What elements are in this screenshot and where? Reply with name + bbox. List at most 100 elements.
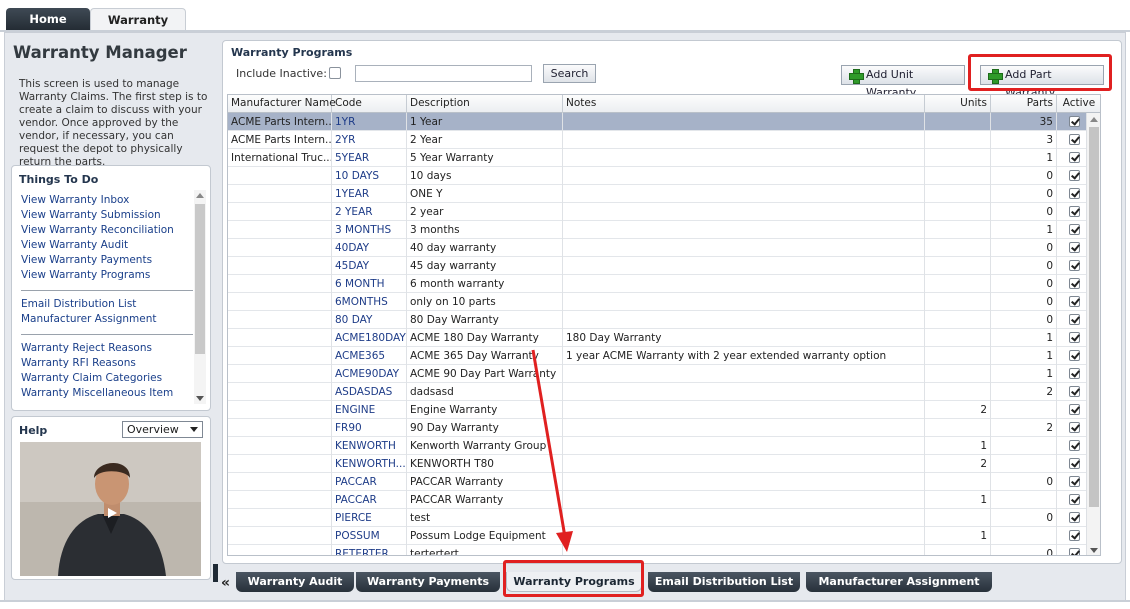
table-row[interactable]: RETERTER tertertert 0 bbox=[228, 545, 1100, 555]
todo-link[interactable]: View Warranty Programs bbox=[21, 268, 193, 283]
tab-warranty-audit[interactable]: Warranty Audit bbox=[236, 572, 354, 592]
todo-link[interactable]: Email Distribution List bbox=[21, 297, 193, 312]
active-checkbox[interactable] bbox=[1069, 170, 1080, 181]
tab-warranty-payments[interactable]: Warranty Payments bbox=[356, 572, 500, 592]
include-inactive-checkbox[interactable] bbox=[329, 67, 341, 79]
table-row[interactable]: ACME Parts Intern... 1YR 1 Year 35 bbox=[228, 113, 1100, 131]
todo-link[interactable]: View Warranty Submission bbox=[21, 208, 193, 223]
table-row[interactable]: PACCAR PACCAR Warranty 0 bbox=[228, 473, 1100, 491]
active-checkbox[interactable] bbox=[1069, 278, 1080, 289]
active-checkbox[interactable] bbox=[1069, 224, 1080, 235]
scroll-down-icon[interactable] bbox=[1090, 548, 1098, 553]
todo-link[interactable]: View Warranty Reconciliation bbox=[21, 223, 193, 238]
active-checkbox[interactable] bbox=[1069, 134, 1080, 145]
todo-link[interactable]: Warranty Reject Reasons bbox=[21, 341, 193, 356]
todo-link[interactable]: View Warranty Payments bbox=[21, 253, 193, 268]
table-row[interactable]: 45DAY 45 day warranty 0 bbox=[228, 257, 1100, 275]
active-checkbox[interactable] bbox=[1069, 152, 1080, 163]
active-checkbox[interactable] bbox=[1069, 206, 1080, 217]
cell-code: 2YR bbox=[332, 131, 407, 149]
things-to-do-scrollbar[interactable] bbox=[194, 190, 206, 404]
search-button[interactable]: Search bbox=[543, 64, 596, 83]
scroll-down-icon[interactable] bbox=[196, 396, 204, 401]
tab-email-distribution-list[interactable]: Email Distribution List bbox=[648, 572, 800, 592]
todo-link[interactable]: Warranty Claim Categories bbox=[21, 371, 193, 386]
active-checkbox[interactable] bbox=[1069, 404, 1080, 415]
todo-link[interactable]: Manufacturer Assignment bbox=[21, 312, 193, 327]
col-description[interactable]: Description bbox=[407, 95, 563, 113]
todo-link[interactable]: View Warranty Inbox bbox=[21, 193, 193, 208]
scroll-up-icon[interactable] bbox=[196, 193, 204, 198]
table-row[interactable]: 40DAY 40 day warranty 0 bbox=[228, 239, 1100, 257]
active-checkbox[interactable] bbox=[1069, 512, 1080, 523]
active-checkbox[interactable] bbox=[1069, 422, 1080, 433]
cell-description: 2 year bbox=[407, 203, 563, 221]
col-units[interactable]: Units bbox=[925, 95, 991, 113]
table-row[interactable]: ACME365 ACME 365 Day Warranty 1 year ACME … bbox=[228, 347, 1100, 365]
table-row[interactable]: PACCAR PACCAR Warranty 1 bbox=[228, 491, 1100, 509]
scroll-thumb[interactable] bbox=[1089, 127, 1099, 507]
col-active[interactable]: Active bbox=[1057, 95, 1100, 113]
table-row[interactable]: ACME Parts Intern... 2YR 2 Year 3 bbox=[228, 131, 1100, 149]
col-notes[interactable]: Notes bbox=[563, 95, 925, 113]
cell-manufacturer: International Truc... bbox=[228, 149, 332, 167]
todo-link[interactable]: View Warranty Audit bbox=[21, 238, 193, 253]
active-checkbox[interactable] bbox=[1069, 368, 1080, 379]
scroll-up-icon[interactable] bbox=[1090, 117, 1098, 122]
table-row[interactable]: 2 YEAR 2 year 0 bbox=[228, 203, 1100, 221]
active-checkbox[interactable] bbox=[1069, 188, 1080, 199]
todo-separator bbox=[21, 334, 193, 335]
active-checkbox[interactable] bbox=[1069, 296, 1080, 307]
col-parts[interactable]: Parts bbox=[991, 95, 1057, 113]
cell-notes bbox=[563, 149, 925, 167]
col-manufacturer-name[interactable]: Manufacturer Name bbox=[228, 95, 336, 113]
active-checkbox[interactable] bbox=[1069, 440, 1080, 451]
active-checkbox[interactable] bbox=[1069, 476, 1080, 487]
active-checkbox[interactable] bbox=[1069, 548, 1080, 555]
table-row[interactable]: ACME180DAY ACME 180 Day Warranty 180 Day W… bbox=[228, 329, 1100, 347]
table-row[interactable]: 10 DAYS 10 days 0 bbox=[228, 167, 1100, 185]
active-checkbox[interactable] bbox=[1069, 458, 1080, 469]
cell-active bbox=[1057, 545, 1088, 555]
active-checkbox[interactable] bbox=[1069, 350, 1080, 361]
help-video[interactable] bbox=[20, 442, 201, 576]
table-row[interactable]: 6 MONTH 6 month warranty 0 bbox=[228, 275, 1100, 293]
cell-code: ACME180DAY bbox=[332, 329, 407, 347]
tab-manufacturer-assignment[interactable]: Manufacturer Assignment bbox=[806, 572, 992, 592]
table-row[interactable]: 1YEAR ONE Y 0 bbox=[228, 185, 1100, 203]
add-unit-warranty-button[interactable]: Add Unit Warranty bbox=[841, 65, 965, 99]
search-input[interactable] bbox=[355, 65, 532, 82]
splitter-handle[interactable] bbox=[213, 564, 218, 582]
table-row[interactable]: ASDASDAS dadsasd 2 bbox=[228, 383, 1100, 401]
table-row[interactable]: FR90 90 Day Warranty 2 bbox=[228, 419, 1100, 437]
table-row[interactable]: International Truc... 5YEAR 5 Year Warrant… bbox=[228, 149, 1100, 167]
active-checkbox[interactable] bbox=[1069, 332, 1080, 343]
active-checkbox[interactable] bbox=[1069, 242, 1080, 253]
tab-home[interactable]: Home bbox=[6, 8, 90, 30]
table-row[interactable]: 3 MONTHS 3 months 1 bbox=[228, 221, 1100, 239]
active-checkbox[interactable] bbox=[1069, 260, 1080, 271]
cell-notes bbox=[563, 491, 925, 509]
col-code[interactable]: Code bbox=[332, 95, 407, 113]
table-row[interactable]: KENWORTH Kenworth Warranty Group 1 bbox=[228, 437, 1100, 455]
table-row[interactable]: KENWORTH... KENWORTH T80 2 bbox=[228, 455, 1100, 473]
collapse-panel-icon[interactable]: « bbox=[221, 575, 230, 591]
table-row[interactable]: 80 DAY 80 Day Warranty 0 bbox=[228, 311, 1100, 329]
cell-code: 6MONTHS bbox=[332, 293, 407, 311]
active-checkbox[interactable] bbox=[1069, 494, 1080, 505]
table-scrollbar[interactable] bbox=[1086, 113, 1100, 555]
tab-warranty[interactable]: Warranty bbox=[90, 8, 186, 30]
todo-link[interactable]: Warranty RFI Reasons bbox=[21, 356, 193, 371]
table-row[interactable]: 6MONTHS only on 10 parts 0 bbox=[228, 293, 1100, 311]
active-checkbox[interactable] bbox=[1069, 386, 1080, 397]
scroll-thumb[interactable] bbox=[195, 204, 205, 354]
table-row[interactable]: PIERCE test 0 bbox=[228, 509, 1100, 527]
help-topic-select[interactable]: Overview bbox=[122, 421, 203, 438]
active-checkbox[interactable] bbox=[1069, 530, 1080, 541]
table-row[interactable]: ACME90DAY ACME 90 Day Part Warranty 1 bbox=[228, 365, 1100, 383]
todo-link[interactable]: Warranty Miscellaneous Item bbox=[21, 386, 193, 401]
active-checkbox[interactable] bbox=[1069, 116, 1080, 127]
active-checkbox[interactable] bbox=[1069, 314, 1080, 325]
table-row[interactable]: POSSUM Possum Lodge Equipment 1 bbox=[228, 527, 1100, 545]
table-row[interactable]: ENGINE Engine Warranty 2 bbox=[228, 401, 1100, 419]
